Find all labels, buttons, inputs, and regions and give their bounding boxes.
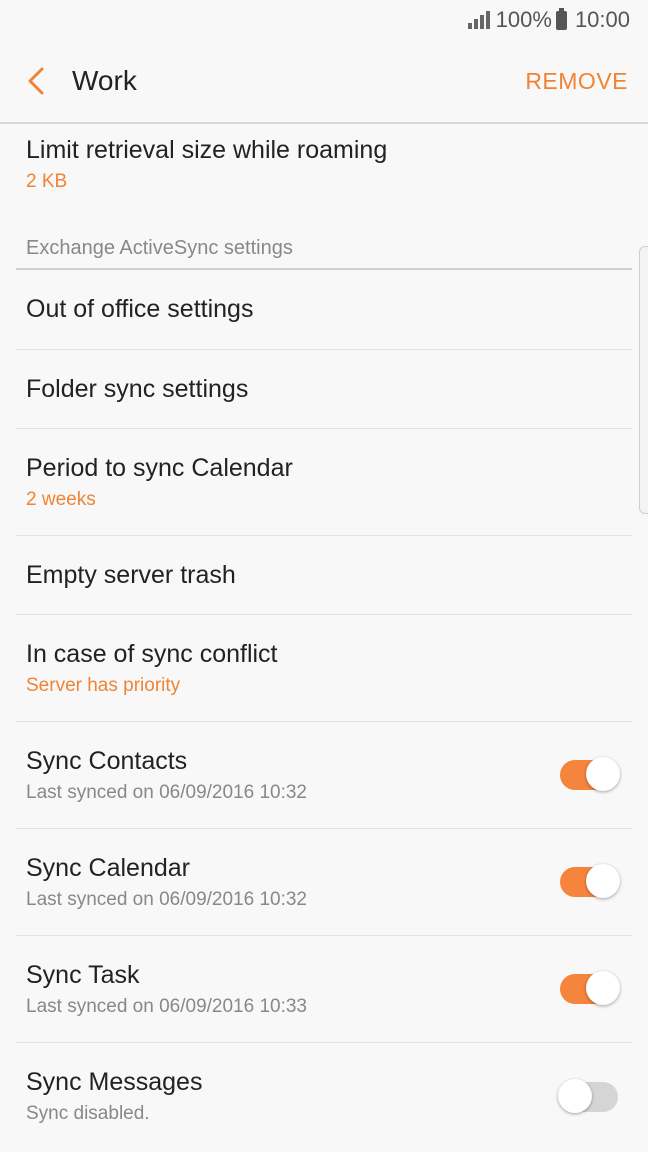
item-value: Server has priority — [26, 674, 181, 696]
sync-contacts-toggle[interactable] — [560, 757, 620, 791]
sync-messages-item[interactable]: Sync Messages Sync disabled. — [16, 1043, 632, 1150]
section-header: Exchange ActiveSync settings — [16, 208, 632, 270]
item-value: 2 KB — [26, 170, 68, 192]
toggle-knob — [586, 757, 620, 791]
sync-contacts-item[interactable]: Sync Contacts Last synced on 06/09/2016 … — [16, 722, 632, 829]
sync-conflict-item[interactable]: In case of sync conflict Server has prio… — [16, 615, 632, 722]
signal-icon — [467, 11, 490, 29]
battery-icon — [555, 7, 567, 30]
item-sub: Last synced on 06/09/2016 10:32 — [26, 888, 308, 910]
app-bar: Work REMOVE — [0, 40, 648, 124]
folder-sync-item[interactable]: Folder sync settings — [16, 350, 632, 429]
toggle-knob — [586, 971, 620, 1005]
item-sub: Last synced on 06/09/2016 10:32 — [26, 781, 308, 803]
item-sub: Last synced on 06/09/2016 10:33 — [26, 995, 308, 1017]
sync-calendar-toggle[interactable] — [560, 864, 620, 898]
roaming-limit-item[interactable]: Limit retrieval size while roaming 2 KB — [16, 126, 632, 208]
sync-messages-toggle[interactable] — [558, 1078, 618, 1113]
item-label: Sync Contacts — [26, 746, 188, 775]
period-sync-calendar-item[interactable]: Period to sync Calendar 2 weeks — [16, 429, 632, 536]
item-value: 2 weeks — [26, 488, 96, 510]
settings-list: Limit retrieval size while roaming 2 KB … — [0, 126, 648, 1150]
toggle-knob — [586, 864, 620, 898]
item-label: Sync Messages — [26, 1068, 203, 1096]
out-of-office-item[interactable]: Out of office settings — [16, 270, 632, 350]
back-button[interactable] — [0, 39, 72, 123]
item-label: Folder sync settings — [26, 374, 249, 403]
chevron-left-icon — [28, 67, 44, 95]
sync-calendar-item[interactable]: Sync Calendar Last synced on 06/09/2016 … — [16, 829, 632, 936]
item-label: Out of office settings — [26, 295, 254, 323]
item-label: Sync Task — [26, 960, 140, 989]
item-label: Period to sync Calendar — [26, 453, 293, 482]
battery-percent: 100% — [495, 7, 552, 32]
sync-task-item[interactable]: Sync Task Last synced on 06/09/2016 10:3… — [16, 936, 632, 1043]
status-bar: 100% 10:00 — [0, 0, 648, 40]
item-sub: Sync disabled. — [26, 1103, 150, 1124]
item-label: In case of sync conflict — [26, 639, 278, 668]
remove-button[interactable]: REMOVE — [525, 68, 628, 95]
empty-server-trash-item[interactable]: Empty server trash — [16, 536, 632, 615]
toggle-knob — [558, 1078, 592, 1113]
item-label: Sync Calendar — [26, 853, 190, 882]
scrollbar[interactable] — [639, 246, 648, 514]
item-label: Empty server trash — [26, 560, 236, 589]
sync-task-toggle[interactable] — [560, 971, 620, 1005]
clock: 10:00 — [574, 7, 630, 32]
item-label: Limit retrieval size while roaming — [26, 135, 388, 164]
page-title: Work — [72, 65, 137, 96]
